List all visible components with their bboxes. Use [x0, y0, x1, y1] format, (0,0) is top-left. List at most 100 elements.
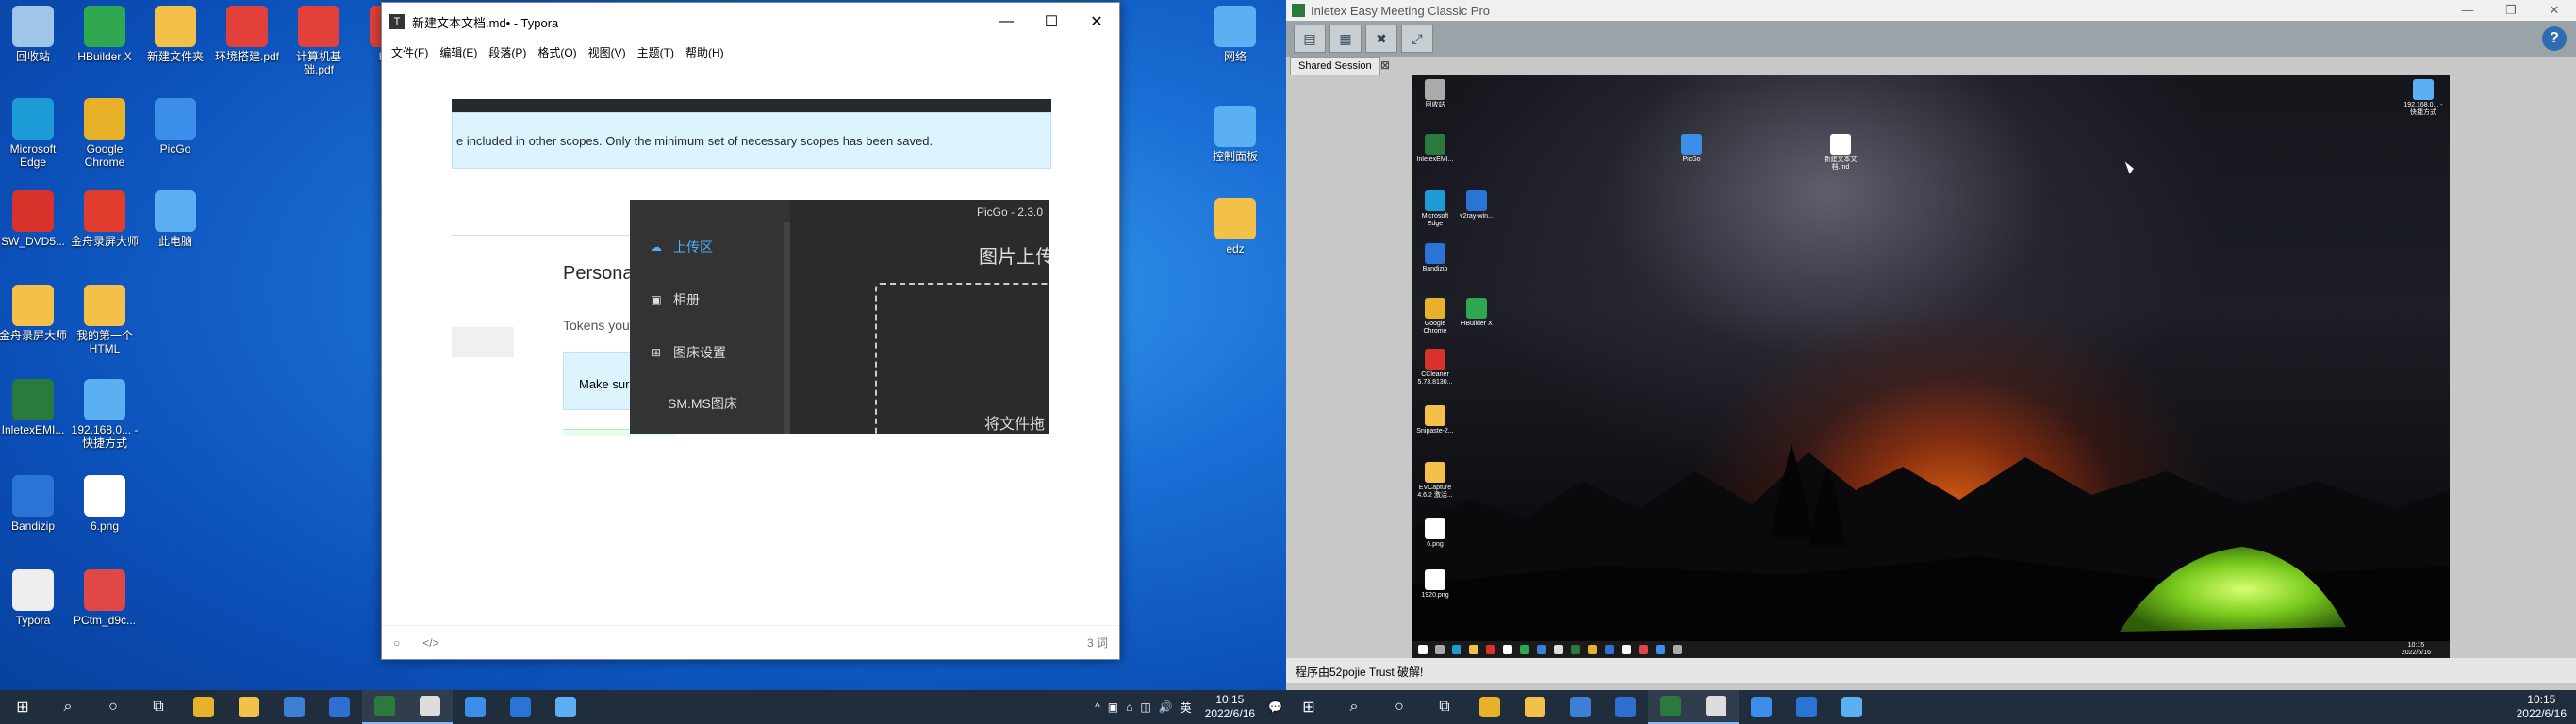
taskbar-app-explorer[interactable] — [1512, 690, 1558, 724]
remote-desktop-icon[interactable]: Bandizip — [1414, 243, 1456, 273]
menu-file[interactable]: 文件(F) — [386, 41, 434, 65]
taskbar-app-inletex[interactable] — [1648, 690, 1693, 724]
remote-desktop-icon[interactable]: v2ray-win... — [1456, 190, 1497, 221]
desktop-icon[interactable]: edz — [1199, 198, 1271, 255]
taskbar-app-remote[interactable] — [543, 690, 588, 724]
remote-desktop-icon[interactable]: 192.168.0... - 快捷方式 — [2403, 79, 2444, 117]
remote-desktop-icon[interactable]: Google Chrome — [1414, 298, 1456, 336]
desktop-icon[interactable]: Microsoft Edge — [0, 98, 69, 169]
fit-screen-tool-icon[interactable]: ⤢ — [1401, 25, 1433, 53]
remote-desktop-icon[interactable]: HBuilder X — [1456, 298, 1497, 328]
cortana-icon[interactable]: ○ — [91, 690, 136, 724]
taskbar-app-inletex[interactable] — [362, 690, 407, 724]
taskbar-app-typora[interactable] — [1693, 690, 1739, 724]
tray-display-icon[interactable]: ◫ — [1136, 700, 1154, 714]
desktop-icon[interactable]: 6.png — [69, 475, 140, 533]
remote-desktop-icon[interactable]: Microsoft Edge — [1414, 190, 1456, 228]
picgo-menu-item[interactable]: SM.MS图床 — [668, 394, 737, 413]
menu-help[interactable]: 帮助(H) — [680, 41, 730, 65]
remote-desktop-icon[interactable]: Snipaste-2... — [1414, 405, 1456, 436]
tray-network-icon[interactable]: ⌂ — [1122, 700, 1136, 714]
task-view-icon[interactable]: ⧉ — [136, 690, 181, 724]
meeting-window[interactable]: Inletex Easy Meeting Classic Pro — ❐ ✕ ▤… — [1286, 0, 2576, 724]
menu-view[interactable]: 视图(V) — [583, 41, 632, 65]
start-button[interactable]: ⊞ — [1286, 690, 1331, 724]
desktop-icon[interactable]: 计算机基础.pdf — [283, 6, 355, 76]
taskbar-app-mail[interactable] — [317, 690, 362, 724]
meeting-maximize-button[interactable]: ❐ — [2489, 3, 2533, 18]
remote-desktop-icon[interactable]: 6.png — [1414, 518, 1456, 549]
tab-close-icon[interactable]: ⊠ — [1380, 58, 1390, 72]
stop-share-tool-icon[interactable]: ✖ — [1365, 25, 1397, 53]
cortana-icon[interactable]: ○ — [1377, 690, 1422, 724]
menu-format[interactable]: 格式(O) — [532, 41, 582, 65]
remote-desktop-icon[interactable]: PicGo — [1671, 134, 1712, 164]
remote-desktop-icon[interactable]: 新建文本文档.md — [1820, 134, 1861, 172]
taskbar-app-vscode-like[interactable] — [498, 690, 543, 724]
taskbar-app-typora[interactable] — [407, 690, 453, 724]
right-taskbar-clock[interactable]: 10:15 2022/6/16 — [2507, 693, 2576, 721]
desktop-icon[interactable]: PicGo — [140, 98, 211, 156]
remote-desktop-view[interactable]: 回收站 InletexEMI... PicGo 新建文本文档.md Microsoft … — [1412, 75, 2450, 658]
remote-desktop-icon[interactable]: 1920.png — [1414, 569, 1456, 600]
desktop-icon[interactable]: 控制面板 — [1199, 106, 1271, 163]
picgo-menu-item[interactable]: ☁ 上传区 — [649, 238, 713, 256]
taskbar-app-mail[interactable] — [1603, 690, 1648, 724]
tray-overflow-icon[interactable]: ^ — [1091, 700, 1104, 714]
volume-icon[interactable]: 🔊 — [1155, 700, 1177, 714]
desktop-icon[interactable]: 我的第一个HTML — [69, 285, 140, 355]
desktop-icon[interactable]: InletexEMI... — [0, 379, 69, 436]
help-icon[interactable]: ? — [2542, 26, 2567, 51]
taskbar-clock[interactable]: 10:15 2022/6/16 — [1196, 693, 1264, 721]
taskbar-app-picgo[interactable] — [1739, 690, 1784, 724]
taskbar-app-picgo[interactable] — [453, 690, 498, 724]
meeting-close-button[interactable]: ✕ — [2533, 3, 2576, 18]
meeting-titlebar[interactable]: Inletex Easy Meeting Classic Pro — ❐ ✕ — [1286, 0, 2576, 21]
menu-paragraph[interactable]: 段落(P) — [483, 41, 532, 65]
desktop-icon[interactable]: HBuilder X — [69, 6, 140, 63]
desktop-icon[interactable]: Typora — [0, 569, 69, 627]
taskbar-app-store[interactable] — [272, 690, 317, 724]
word-count[interactable]: 3 词 — [1087, 634, 1108, 650]
taskbar-app-store[interactable] — [1558, 690, 1603, 724]
maximize-button[interactable]: ☐ — [1029, 3, 1074, 41]
desktop-icon[interactable]: Google Chrome — [69, 98, 140, 169]
minimize-button[interactable]: — — [983, 3, 1029, 41]
outline-toggle-icon[interactable]: ○ — [393, 636, 400, 650]
typora-titlebar[interactable]: T 新建文本文档.md• - Typora — ☐ ✕ — [382, 3, 1119, 41]
picgo-menu-item[interactable]: ⊞ 图床设置 — [649, 343, 726, 362]
desktop-icon[interactable]: 回收站 — [0, 6, 69, 63]
remote-desktop-icon[interactable]: EVCapture 4.6.2 激活... — [1414, 462, 1456, 500]
desktop-icon[interactable]: 网络 — [1199, 6, 1271, 63]
taskbar-app-explorer[interactable] — [226, 690, 272, 724]
notification-icon[interactable]: 💬 — [1264, 700, 1286, 714]
menu-edit[interactable]: 编辑(E) — [434, 41, 483, 65]
share-window-tool-icon[interactable]: ▦ — [1329, 25, 1362, 53]
taskbar-app-vscode-like[interactable] — [1784, 690, 1829, 724]
taskbar-app-chrome[interactable] — [1467, 690, 1512, 724]
desktop-icon[interactable]: Bandizip — [0, 475, 69, 533]
desktop-icon[interactable]: PCtm_d9c... — [69, 569, 140, 627]
desktop-icon[interactable]: 此电脑 — [140, 190, 211, 248]
tab-shared-session[interactable]: Shared Session — [1290, 57, 1380, 75]
desktop-icon[interactable]: 金舟录屏大师 — [69, 190, 140, 248]
share-screen-tool-icon[interactable]: ▤ — [1294, 25, 1326, 53]
taskbar-app-remote[interactable] — [1829, 690, 1874, 724]
desktop-icon[interactable]: SW_DVD5... — [0, 190, 69, 248]
menu-theme[interactable]: 主题(T) — [632, 41, 680, 65]
tray-app-icon[interactable]: ▣ — [1104, 700, 1122, 714]
search-icon[interactable]: ⌕ — [1331, 690, 1377, 724]
start-button[interactable]: ⊞ — [0, 690, 45, 724]
source-mode-icon[interactable]: </> — [422, 636, 438, 650]
task-view-icon[interactable]: ⧉ — [1422, 690, 1467, 724]
picgo-window[interactable]: ☁ 上传区 ▣ 相册 ⊞ 图床设置 SM.MS图床 PicGo - 2.3.0 图片上传 将… — [630, 200, 1049, 434]
remote-desktop-icon[interactable]: CCleaner 5.73.8130... — [1414, 349, 1456, 387]
desktop-icon[interactable]: 环境搭建.pdf — [211, 6, 283, 63]
remote-desktop-icon[interactable]: InletexEMI... — [1414, 134, 1456, 164]
input-method-icon[interactable]: 英 — [1177, 699, 1196, 716]
desktop-icon[interactable]: 新建文件夹 — [140, 6, 211, 63]
picgo-menu-item[interactable]: ▣ 相册 — [649, 290, 700, 309]
desktop-icon[interactable]: 金舟录屏大师 — [0, 285, 69, 342]
desktop-icon[interactable]: 192.168.0... - 快捷方式 — [69, 379, 140, 450]
search-icon[interactable]: ⌕ — [45, 690, 91, 724]
